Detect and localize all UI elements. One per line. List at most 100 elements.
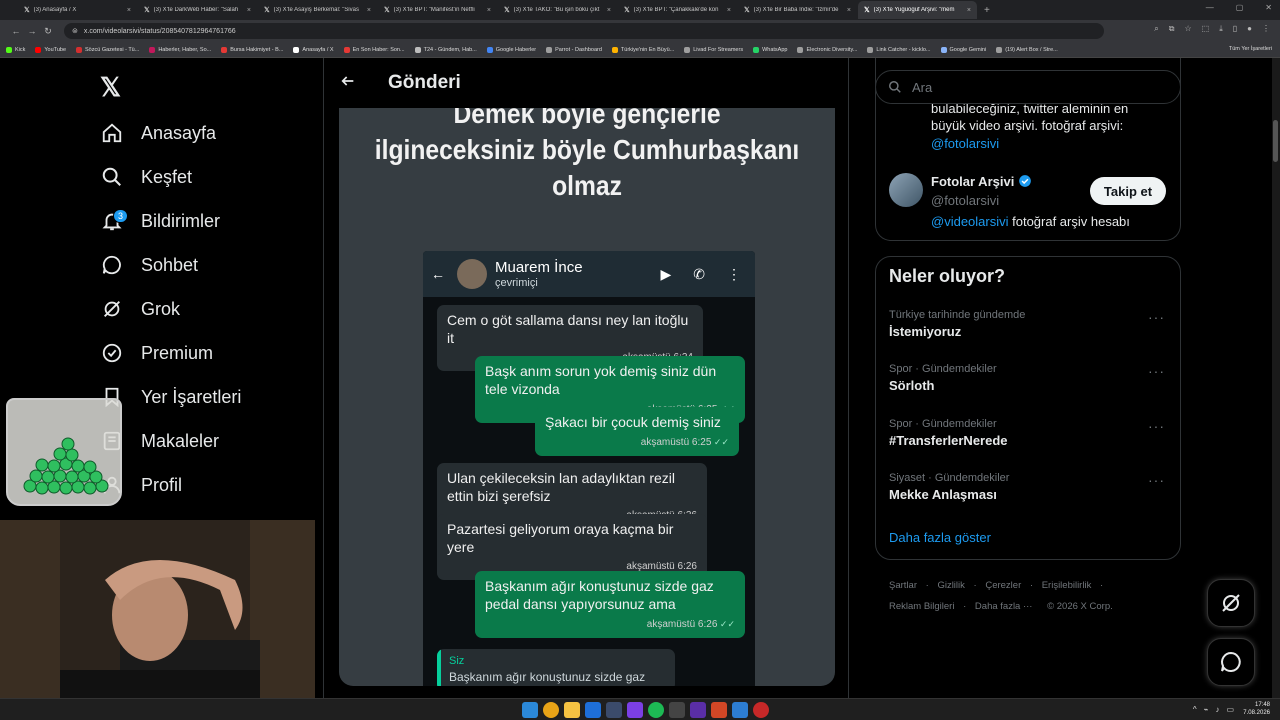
messages-fab-button[interactable]: [1207, 638, 1255, 686]
footer-link[interactable]: Erişilebilirlik: [1042, 580, 1092, 591]
system-clock[interactable]: 17:48 7.08.2026: [1243, 701, 1270, 717]
bookmark-item[interactable]: Google Haberler: [486, 46, 536, 53]
battery-icon[interactable]: ▭: [1226, 705, 1234, 714]
more-options-icon[interactable]: ···: [1148, 472, 1165, 488]
footer-link[interactable]: Reklam Bilgileri: [889, 601, 954, 612]
extensions-icon[interactable]: ⬚: [1202, 24, 1210, 34]
nav-chat[interactable]: Sohbet: [100, 250, 198, 280]
footer-link[interactable]: Şartlar: [889, 580, 917, 591]
bookmark-item[interactable]: Electronic Diversity...: [797, 46, 857, 53]
menu-icon[interactable]: ⋮: [1262, 24, 1270, 34]
bookmark-item[interactable]: WhatsApp: [753, 46, 787, 53]
spotify-icon[interactable]: [648, 702, 664, 718]
bookmark-item[interactable]: Google Gemini: [940, 46, 986, 53]
app-icon[interactable]: [627, 702, 643, 718]
close-tab-icon[interactable]: ×: [367, 7, 371, 14]
close-tab-icon[interactable]: ×: [607, 7, 611, 14]
volume-icon[interactable]: ♪: [1215, 705, 1219, 714]
maximize-button[interactable]: ▢: [1236, 3, 1244, 12]
browser-tab[interactable]: 𝕏 (3) X'te DarkWeb Haber: "Salah ×: [138, 1, 257, 19]
x-logo-icon[interactable]: 𝕏: [100, 72, 121, 103]
bookmark-item[interactable]: Bursa Hakimiyet - B...: [221, 46, 283, 53]
trend-item[interactable]: Spor · Gündemdekiler Sörloth ···: [889, 363, 1169, 393]
back-button[interactable]: ←: [8, 26, 24, 36]
more-options-icon[interactable]: ···: [1148, 363, 1165, 379]
start-icon[interactable]: [522, 702, 538, 718]
browser-tab[interactable]: 𝕏 (3) Anasayfa / X ×: [18, 1, 137, 19]
download-icon[interactable]: ⤓: [1219, 24, 1223, 34]
close-tab-icon[interactable]: ×: [727, 7, 731, 14]
reload-button[interactable]: ↻: [40, 26, 56, 37]
nav-premium[interactable]: Premium: [100, 338, 213, 368]
minimize-button[interactable]: —: [1206, 3, 1214, 12]
close-tab-icon[interactable]: ×: [487, 7, 491, 14]
footer-link[interactable]: Çerezler: [985, 580, 1021, 591]
bookmark-item[interactable]: Anasayfa / X: [293, 46, 334, 53]
browser-tab[interactable]: 𝕏 (3) X'te TAKO: "Bu işin boku çıkt ×: [498, 1, 617, 19]
site-info-icon[interactable]: ⊜: [72, 27, 78, 35]
bookmark-item[interactable]: T24 - Gündem, Hab...: [414, 46, 477, 53]
app-icon[interactable]: [690, 702, 706, 718]
new-tab-button[interactable]: +: [984, 5, 990, 16]
chevron-up-icon[interactable]: ^: [1193, 705, 1197, 714]
app-icon[interactable]: [711, 702, 727, 718]
profile-bio-link[interactable]: @fotolarsivi: [931, 135, 999, 153]
sidepanel-icon[interactable]: ▯: [1233, 24, 1237, 34]
show-more-link[interactable]: Daha fazla göster: [889, 530, 991, 545]
more-options-icon[interactable]: ···: [1148, 309, 1165, 325]
nav-grok[interactable]: Grok: [100, 294, 180, 324]
bookmark-item[interactable]: Türkiye'nin En Büyü...: [611, 46, 674, 53]
forward-button[interactable]: →: [24, 26, 40, 36]
search-input[interactable]: Ara: [875, 70, 1181, 104]
bookmark-item[interactable]: Sözcü Gazetesi - Tü...: [76, 46, 139, 53]
network-icon[interactable]: ⌁: [1204, 705, 1209, 714]
star-icon[interactable]: ☆: [1184, 24, 1191, 34]
trend-item[interactable]: Spor · Gündemdekiler #TransferlerNerede …: [889, 418, 1169, 448]
app-icon[interactable]: [669, 702, 685, 718]
bookmark-item[interactable]: (19) Alert Box / Stre...: [996, 46, 1058, 53]
nav-explore[interactable]: Keşfet: [100, 162, 192, 192]
app-icon[interactable]: [585, 702, 601, 718]
grok-fab-button[interactable]: [1207, 579, 1255, 627]
footer-link[interactable]: Gizlilik: [937, 580, 964, 591]
nav-notifications[interactable]: 3 Bildirimler: [100, 206, 220, 236]
folder-icon[interactable]: [564, 702, 580, 718]
browser-tab[interactable]: 𝕏 (3) X'te BPT: "Çanakkale'de kon ×: [618, 1, 737, 19]
nav-home[interactable]: Anasayfa: [100, 118, 216, 148]
bookmark-item[interactable]: Livad For Streamers: [684, 46, 743, 53]
close-tab-icon[interactable]: ×: [967, 7, 971, 14]
scrollbar-thumb[interactable]: [1273, 120, 1278, 162]
browser-tab[interactable]: 𝕏 (3) X'te BPT: "Manifest'in Netfli ×: [378, 1, 497, 19]
close-tab-icon[interactable]: ×: [127, 7, 131, 14]
browser-tab[interactable]: 𝕏 (3) X'te Bir Baba İndie: "İzmir'de ×: [738, 1, 857, 19]
chrome-icon[interactable]: [543, 702, 559, 718]
address-bar[interactable]: ⊜ x.com/videolarsivi/status/208540781296…: [64, 23, 1104, 39]
bookmark-item[interactable]: Kick: [6, 46, 25, 53]
bookmark-item[interactable]: Haberler, Haber, So...: [149, 46, 211, 53]
post-media[interactable]: Demek böyle gençlerle ilgineceksiniz böy…: [339, 108, 835, 686]
app-icon[interactable]: [753, 702, 769, 718]
more-options-icon[interactable]: ···: [1148, 418, 1165, 434]
app-icon[interactable]: [732, 702, 748, 718]
steam-icon[interactable]: [606, 702, 622, 718]
bookmark-item[interactable]: Parrot - Dashboard: [546, 46, 602, 53]
footer-link[interactable]: Daha fazla ···: [975, 601, 1033, 612]
all-bookmarks-button[interactable]: Tüm Yer İşaretleri: [1229, 46, 1272, 52]
close-window-button[interactable]: ✕: [1265, 3, 1272, 12]
zoom-icon[interactable]: ⌕: [1154, 24, 1158, 34]
related-account[interactable]: Fotolar Arşivi: [931, 173, 1032, 191]
trend-item[interactable]: Türkiye tarihinde gündemde İstemiyoruz ·…: [889, 309, 1169, 339]
browser-tab-active[interactable]: 𝕏 (3) X'te Yuguoguf Arşivi: "mem ×: [858, 1, 977, 19]
install-icon[interactable]: ⧉: [1169, 24, 1175, 34]
back-button[interactable]: [340, 73, 360, 94]
browser-tab[interactable]: 𝕏 (3) X'te Asayiş Berkemal: "Sivas ×: [258, 1, 377, 19]
trend-item[interactable]: Siyaset · Gündemdekiler Mekke Anlaşması …: [889, 472, 1169, 502]
bookmark-item[interactable]: Link Catcher - kicklo...: [867, 46, 931, 53]
close-tab-icon[interactable]: ×: [247, 7, 251, 14]
bookmark-item[interactable]: YouTube: [35, 46, 66, 53]
close-tab-icon[interactable]: ×: [847, 7, 851, 14]
account-bio-link[interactable]: @videolarsivi: [931, 214, 1009, 229]
avatar[interactable]: [889, 173, 923, 207]
follow-button[interactable]: Takip et: [1090, 177, 1166, 205]
profile-icon[interactable]: ●: [1247, 24, 1252, 34]
